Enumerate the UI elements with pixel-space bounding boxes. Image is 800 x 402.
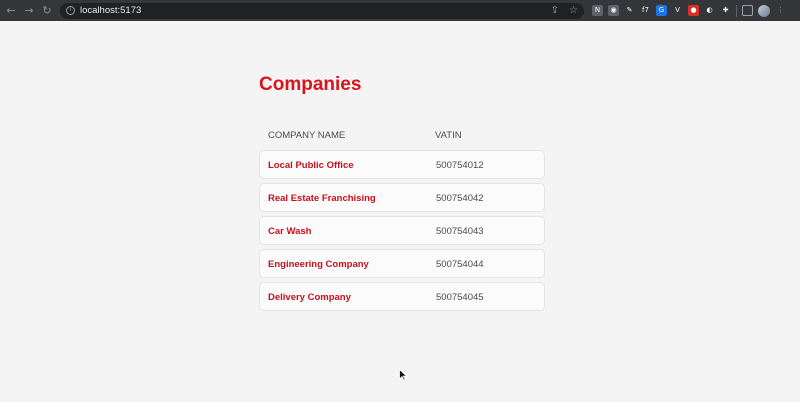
url-text: localhost:5173 — [80, 5, 142, 16]
company-name-link[interactable]: Delivery Company — [268, 292, 351, 303]
company-vatin: 500754045 — [436, 292, 484, 303]
column-header-company-name: COMPANY NAME — [268, 130, 346, 141]
table-row[interactable]: Car Wash 500754043 — [259, 216, 545, 245]
table-row[interactable]: Real Estate Franchising 500754042 — [259, 183, 545, 212]
reload-icon[interactable]: ↻ — [38, 2, 56, 20]
bookmark-star-icon[interactable]: ☆ — [569, 5, 578, 16]
back-icon[interactable]: ← — [2, 2, 20, 20]
mouse-cursor-icon — [399, 369, 407, 381]
side-panel-icon[interactable] — [742, 5, 753, 16]
company-name-link[interactable]: Real Estate Franchising — [268, 193, 376, 204]
browser-menu-icon[interactable]: ⋮ — [775, 5, 786, 16]
translate-icon[interactable]: G — [656, 5, 667, 16]
ghost-icon[interactable]: ◐ — [704, 5, 715, 16]
company-name-link[interactable]: Car Wash — [268, 226, 311, 237]
extensions-bar: N ◉ ✎ f7 G V ● ◐ ✚ ⋮ — [592, 4, 786, 17]
company-vatin: 500754012 — [436, 160, 484, 171]
company-name-link[interactable]: Local Public Office — [268, 160, 354, 171]
page-title: Companies — [259, 74, 362, 95]
record-icon[interactable]: ● — [688, 5, 699, 16]
forward-icon[interactable]: → — [20, 2, 38, 20]
company-vatin: 500754044 — [436, 259, 484, 270]
company-vatin: 500754042 — [436, 193, 484, 204]
column-header-vatin: VATIN — [435, 130, 462, 141]
page-content: Companies COMPANY NAME VATIN Local Publi… — [0, 21, 800, 402]
table-row[interactable]: Delivery Company 500754045 — [259, 282, 545, 311]
table-header: COMPANY NAME VATIN — [259, 130, 545, 144]
table-row[interactable]: Local Public Office 500754012 — [259, 150, 545, 179]
profile-avatar[interactable] — [758, 4, 770, 17]
camera-icon[interactable]: ◉ — [608, 5, 619, 16]
browser-toolbar: ← → ↻ i localhost:5173 ⇪ ☆ N ◉ ✎ f7 G V ● ◐ ✚ ⋮ — [0, 0, 800, 21]
share-icon[interactable]: ⇪ — [551, 5, 559, 16]
address-bar[interactable]: i localhost:5173 ⇪ ☆ — [60, 2, 584, 19]
vue-icon[interactable]: V — [672, 5, 683, 16]
toolbar-divider — [736, 4, 737, 17]
f7-icon[interactable]: f7 — [640, 5, 651, 16]
site-info-icon[interactable]: i — [66, 6, 75, 15]
table-row[interactable]: Engineering Company 500754044 — [259, 249, 545, 278]
notion-icon[interactable]: N — [592, 5, 603, 16]
pen-icon[interactable]: ✎ — [624, 5, 635, 16]
company-vatin: 500754043 — [436, 226, 484, 237]
company-name-link[interactable]: Engineering Company — [268, 259, 369, 270]
puzzle-icon[interactable]: ✚ — [720, 5, 731, 16]
